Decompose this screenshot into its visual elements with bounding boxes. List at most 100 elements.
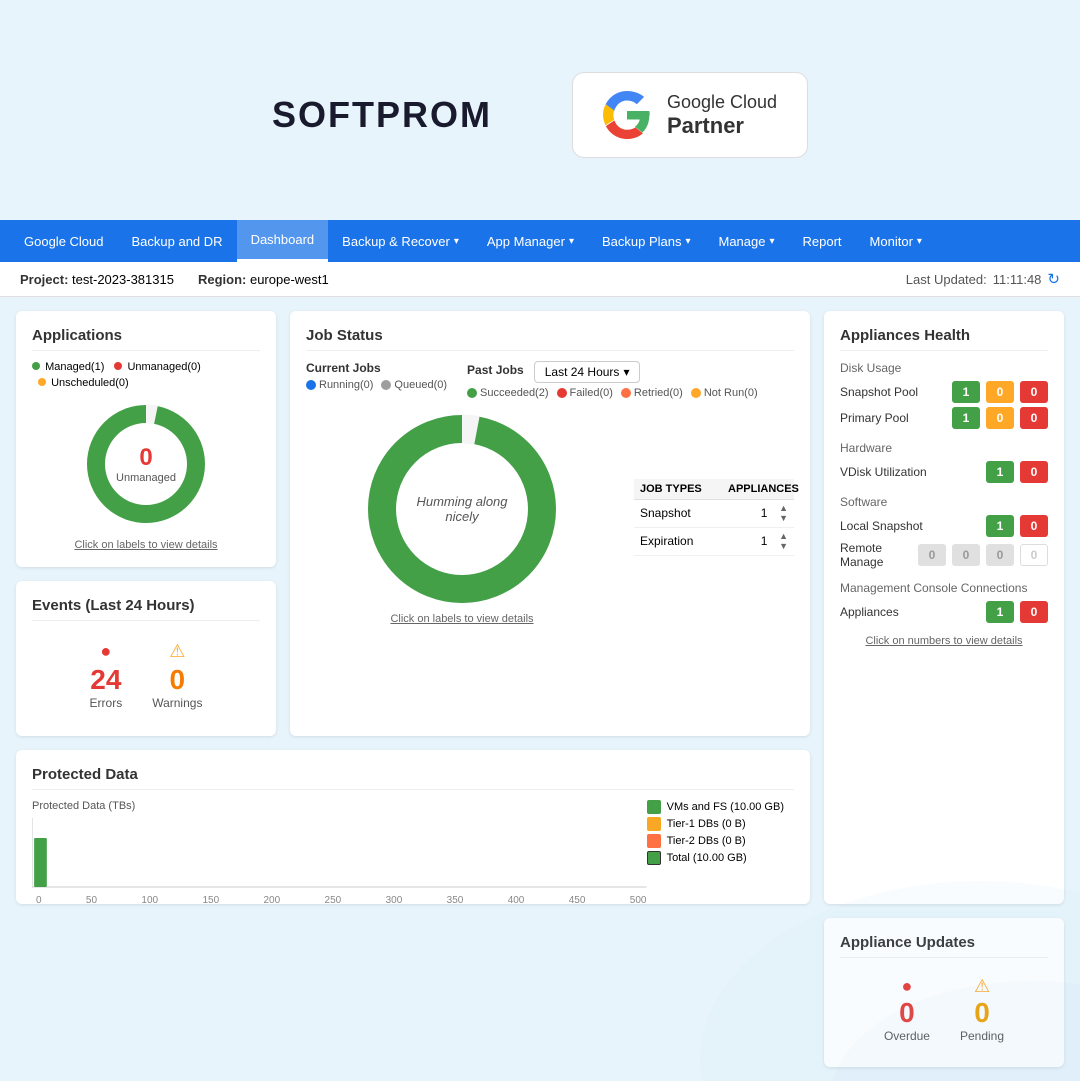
managed-label: Managed(1) (45, 361, 104, 373)
queued-legend: Queued(0) (381, 379, 447, 391)
legend-vms: VMs and FS (10.00 GB) (647, 800, 784, 814)
snapshot-pool-green[interactable]: 1 (952, 381, 980, 403)
click-numbers-hint[interactable]: Click on numbers to view details (840, 635, 1048, 647)
header: SOFTPROM Google Cloud Partner (0, 0, 1080, 220)
snapshot-pool-red[interactable]: 0 (1020, 381, 1048, 403)
notrun-label: Not Run(0) (704, 387, 758, 399)
primary-pool-green[interactable]: 1 (952, 407, 980, 429)
nav-dashboard[interactable]: Dashboard (237, 220, 329, 262)
expiration-down-chevron[interactable]: ▼ (779, 542, 788, 551)
remote-manage-gray2[interactable]: 0 (952, 544, 980, 566)
remote-manage-gray3[interactable]: 0 (986, 544, 1014, 566)
applications-legend: Managed(1) Unmanaged(0) Unscheduled(0) (32, 361, 260, 389)
job-click-hint[interactable]: Click on labels to view details (390, 613, 533, 625)
vms-label: VMs and FS (10.00 GB) (667, 801, 784, 813)
snapshot-down-chevron[interactable]: ▼ (779, 514, 788, 523)
managed-dot (32, 362, 40, 370)
past-jobs-legend: Succeeded(2) Failed(0) Retried(0) Not Ru… (467, 387, 758, 399)
queued-dot (381, 380, 391, 390)
snapshot-pool-amber[interactable]: 0 (986, 381, 1014, 403)
events-title: Events (Last 24 Hours) (32, 597, 260, 621)
google-cloud-icon (603, 91, 651, 139)
remote-manage-white[interactable]: 0 (1020, 544, 1048, 566)
local-snapshot-green[interactable]: 1 (986, 515, 1014, 537)
management-section: Management Console Connections Appliance… (840, 581, 1048, 623)
running-label: Running(0) (319, 379, 373, 391)
legend-unscheduled[interactable]: Unscheduled(0) (38, 377, 129, 389)
primary-pool-red[interactable]: 0 (1020, 407, 1048, 429)
vms-color (647, 800, 661, 814)
appliances-row: Appliances 1 0 (840, 601, 1048, 623)
snapshot-chevrons[interactable]: ▲ ▼ (779, 504, 788, 523)
nav-backup-plans[interactable]: Backup Plans ▾ (588, 220, 705, 262)
software-label: Software (840, 495, 1048, 509)
left-column: Applications Managed(1) Unmanaged(0) Uns… (16, 311, 276, 736)
region-label: Region: europe-west1 (198, 272, 329, 287)
time-filter-button[interactable]: Last 24 Hours ▾ (534, 361, 641, 383)
unscheduled-label: Unscheduled(0) (51, 377, 129, 389)
error-icon: ● (90, 641, 123, 662)
nav-manage[interactable]: Manage ▾ (705, 220, 789, 262)
main-content: Applications Managed(1) Unmanaged(0) Uns… (0, 297, 1080, 1081)
legend-managed[interactable]: Managed(1) (32, 361, 104, 373)
snapshot-count: 1 (749, 506, 779, 520)
total-color (647, 851, 661, 865)
local-snapshot-red[interactable]: 0 (1020, 515, 1048, 537)
snapshot-pool-row: Snapshot Pool 1 0 0 (840, 381, 1048, 403)
chevron-icon: ▾ (917, 236, 922, 247)
applications-click-hint[interactable]: Click on labels to view details (32, 539, 260, 551)
vdisk-red[interactable]: 0 (1020, 461, 1048, 483)
appliances-red[interactable]: 0 (1020, 601, 1048, 623)
job-donut-container: Humming along nicely Click on labels to … (306, 409, 618, 625)
bar-chart-svg (32, 818, 647, 888)
total-label: Total (10.00 GB) (667, 852, 747, 864)
nav-google-cloud[interactable]: Google Cloud (10, 220, 118, 262)
failed-legend: Failed(0) (557, 387, 613, 399)
refresh-icon[interactable]: ↻ (1047, 270, 1060, 288)
job-status-card: Job Status Current Jobs Running(0) Queue… (290, 311, 810, 736)
remote-manage-gray1[interactable]: 0 (918, 544, 946, 566)
nav-app-manager[interactable]: App Manager ▾ (473, 220, 588, 262)
chart-legend: VMs and FS (10.00 GB) Tier-1 DBs (0 B) T… (647, 800, 784, 865)
nav-backup-dr[interactable]: Backup and DR (118, 220, 237, 262)
notrun-dot (691, 388, 701, 398)
expiration-chevrons[interactable]: ▲ ▼ (779, 532, 788, 551)
primary-pool-amber[interactable]: 0 (986, 407, 1014, 429)
applications-card: Applications Managed(1) Unmanaged(0) Uns… (16, 311, 276, 567)
nav-report[interactable]: Report (789, 220, 856, 262)
vdisk-green[interactable]: 1 (986, 461, 1014, 483)
google-cloud-label: Google Cloud (667, 92, 777, 113)
job-table-header: JOB TYPES APPLIANCES (634, 479, 794, 500)
appliances-label: Appliances (840, 605, 980, 619)
appliances-header: APPLIANCES (728, 483, 788, 495)
x-axis-labels: 0 50 100 150 200 250 300 350 400 450 500 (32, 893, 647, 906)
appliance-updates-card: Appliance Updates ● 0 Overdue ⚠ 0 Pendin… (824, 918, 1064, 1067)
donut-label: Unmanaged (116, 472, 176, 484)
unmanaged-label: Unmanaged(0) (127, 361, 200, 373)
succeeded-legend: Succeeded(2) (467, 387, 549, 399)
updates-grid: ● 0 Overdue ⚠ 0 Pending (840, 968, 1048, 1051)
appliances-health-title: Appliances Health (840, 327, 1048, 351)
running-dot (306, 380, 316, 390)
job-donut-wrapper: Humming along nicely (362, 409, 562, 609)
legend-tier2: Tier-2 DBs (0 B) (647, 834, 784, 848)
project-value: test-2023-381315 (72, 272, 174, 287)
retried-legend: Retried(0) (621, 387, 683, 399)
job-status-title: Job Status (306, 327, 794, 351)
pending-label: Pending (960, 1029, 1004, 1043)
events-grid: ● 24 Errors ⚠ 0 Warnings (32, 631, 260, 720)
snapshot-up-chevron[interactable]: ▲ (779, 504, 788, 513)
job-main: Humming along nicely Click on labels to … (306, 409, 794, 625)
expiration-up-chevron[interactable]: ▲ (779, 532, 788, 541)
chart-area: Protected Data (TBs) 0 50 100 150 200 (32, 800, 647, 888)
bar-chart: 0 50 100 150 200 250 300 350 400 450 500 (32, 818, 647, 888)
appliances-green[interactable]: 1 (986, 601, 1014, 623)
google-partner-text: Google Cloud Partner (667, 92, 777, 139)
job-table: JOB TYPES APPLIANCES Snapshot 1 ▲ ▼ Expi… (634, 479, 794, 556)
legend-unmanaged[interactable]: Unmanaged(0) (114, 361, 200, 373)
job-donut-text: Humming along nicely (416, 494, 507, 524)
nav-backup-recover[interactable]: Backup & Recover ▾ (328, 220, 473, 262)
appliance-updates-title: Appliance Updates (840, 934, 1048, 958)
nav-monitor[interactable]: Monitor ▾ (856, 220, 936, 262)
pending-item: ⚠ 0 Pending (960, 976, 1004, 1043)
